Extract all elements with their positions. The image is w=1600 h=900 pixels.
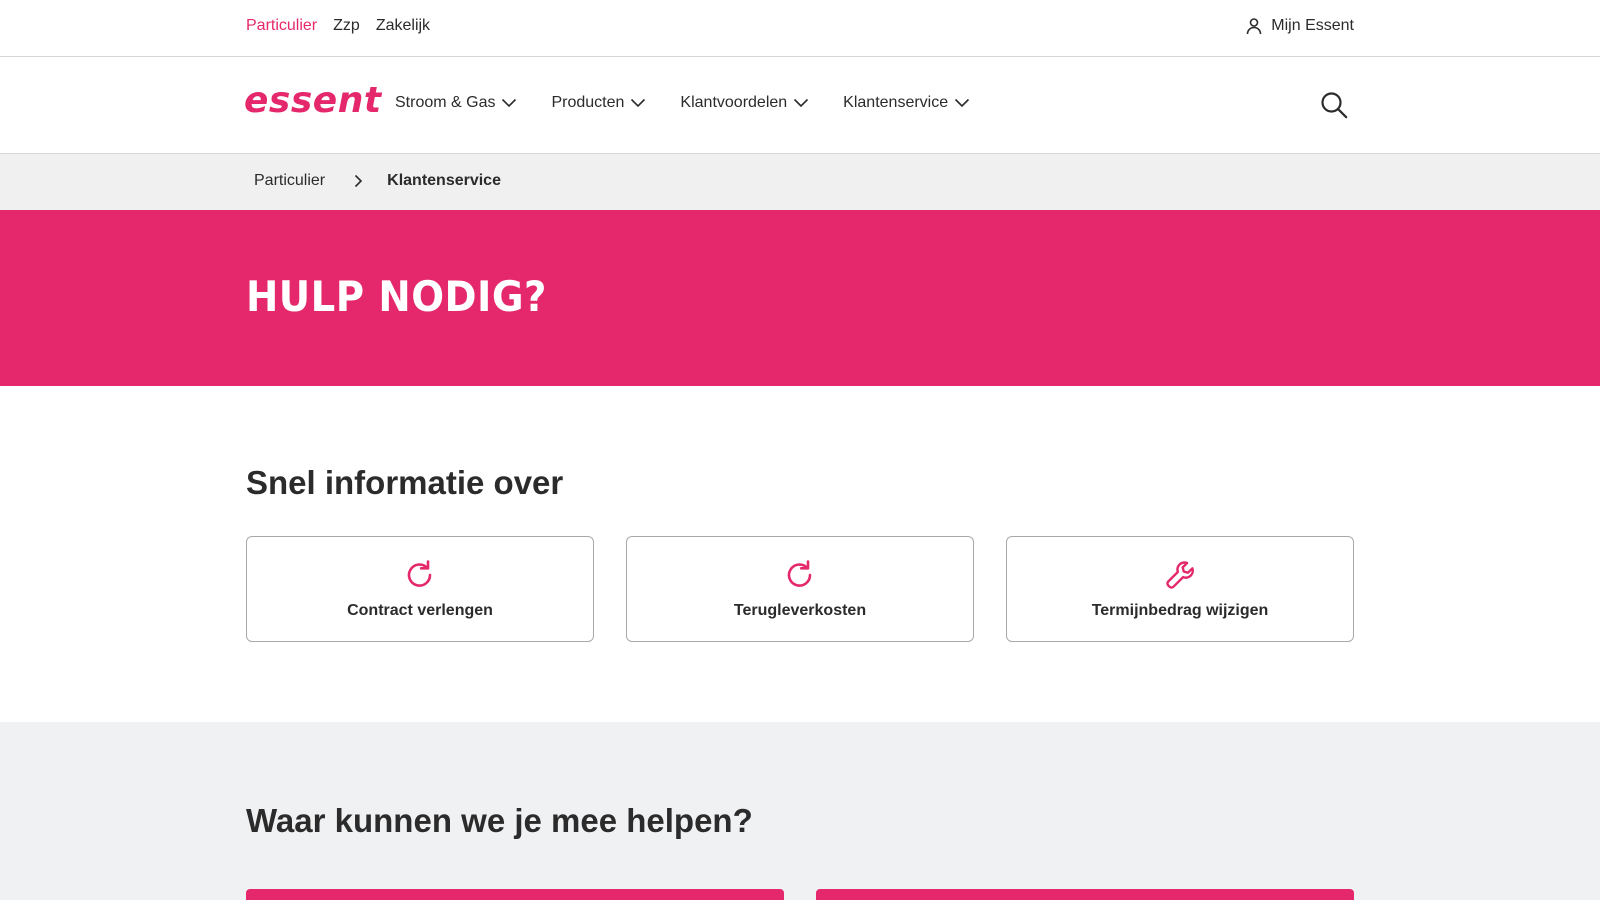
help-card[interactable] bbox=[816, 889, 1354, 900]
nav-item-stroom-gas[interactable]: Stroom & Gas bbox=[395, 94, 517, 112]
page-title: HULP NODIG? bbox=[246, 272, 547, 321]
quick-card-terugleverkosten[interactable]: Terugleverkosten bbox=[626, 536, 974, 642]
segment-zzp[interactable]: Zzp bbox=[333, 17, 360, 35]
quick-info-heading: Snel informatie over bbox=[246, 464, 564, 501]
nav-item-label: Producten bbox=[551, 94, 625, 111]
nav-menu: Stroom & Gas Producten Klantvoordelen Kl… bbox=[395, 94, 970, 112]
wrench-icon bbox=[1166, 561, 1194, 589]
breadcrumb-current: Klantenservice bbox=[387, 172, 501, 189]
chevron-right-icon bbox=[355, 174, 363, 188]
main-navigation: essent Stroom & Gas Producten Klantvoord… bbox=[0, 57, 1600, 154]
quick-card-label: Termijnbedrag wijzigen bbox=[1091, 602, 1269, 619]
mijn-essent-link[interactable]: Mijn Essent bbox=[1245, 17, 1354, 35]
mijn-essent-label: Mijn Essent bbox=[1271, 17, 1354, 34]
help-heading: Waar kunnen we je mee helpen? bbox=[246, 802, 753, 839]
refresh-icon bbox=[407, 560, 432, 587]
segment-switcher: Particulier Zzp Zakelijk bbox=[246, 17, 430, 35]
segment-particulier[interactable]: Particulier bbox=[246, 17, 317, 35]
nav-item-klantvoordelen[interactable]: Klantvoordelen bbox=[680, 94, 809, 112]
quick-card-label: Contract verlengen bbox=[347, 602, 493, 619]
breadcrumb: Particulier Klantenservice bbox=[0, 154, 1600, 210]
chevron-down-icon bbox=[955, 98, 970, 108]
nav-item-label: Klantvoordelen bbox=[680, 94, 788, 111]
top-bar: Particulier Zzp Zakelijk Mijn Essent bbox=[0, 0, 1600, 57]
nav-item-producten[interactable]: Producten bbox=[551, 94, 646, 112]
search-icon[interactable] bbox=[1320, 91, 1348, 119]
nav-item-klantenservice[interactable]: Klantenservice bbox=[843, 94, 970, 112]
chevron-down-icon bbox=[794, 98, 809, 108]
essent-logo[interactable]: essent bbox=[244, 80, 382, 121]
nav-item-label: Stroom & Gas bbox=[395, 94, 496, 111]
breadcrumb-link-particulier[interactable]: Particulier bbox=[254, 172, 325, 190]
quick-card-termijnbedrag-wijzigen[interactable]: Termijnbedrag wijzigen bbox=[1006, 536, 1354, 642]
chevron-down-icon bbox=[502, 98, 517, 108]
refresh-icon bbox=[787, 560, 812, 587]
user-icon bbox=[1246, 18, 1262, 35]
segment-zakelijk[interactable]: Zakelijk bbox=[376, 17, 430, 35]
chevron-down-icon bbox=[631, 98, 646, 108]
quick-card-contract-verlengen[interactable]: Contract verlengen bbox=[246, 536, 594, 642]
nav-item-label: Klantenservice bbox=[843, 94, 949, 111]
help-section: Waar kunnen we je mee helpen? bbox=[0, 722, 1600, 900]
help-card[interactable] bbox=[246, 889, 784, 900]
quick-card-label: Terugleverkosten bbox=[733, 602, 867, 619]
hero-banner: HULP NODIG? bbox=[0, 210, 1600, 386]
quick-info-cards: Contract verlengen Terugleverkosten Term… bbox=[246, 536, 1354, 642]
